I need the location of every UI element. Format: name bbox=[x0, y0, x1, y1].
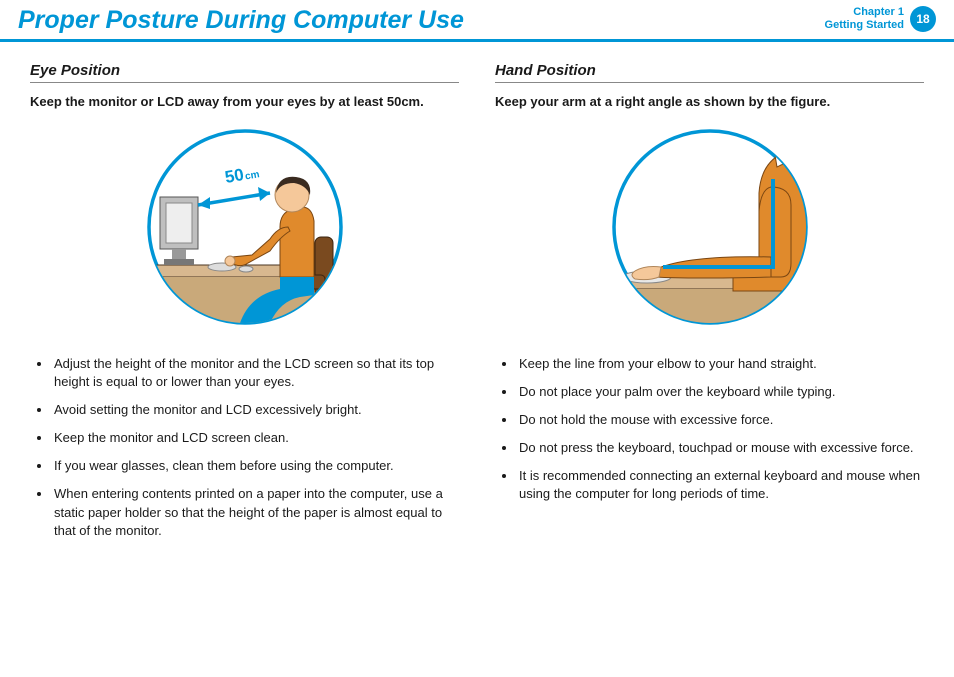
header-right: Chapter 1 Getting Started 18 bbox=[825, 6, 936, 32]
hand-heading: Hand Position bbox=[495, 62, 924, 83]
hand-position-section: Hand Position Keep your arm at a right a… bbox=[495, 62, 924, 550]
eye-heading: Eye Position bbox=[30, 62, 459, 83]
page-header: Proper Posture During Computer Use Chapt… bbox=[0, 0, 954, 42]
list-item: Do not place your palm over the keyboard… bbox=[517, 383, 924, 401]
list-item: Keep the monitor and LCD screen clean. bbox=[52, 429, 459, 447]
list-item: It is recommended connecting an external… bbox=[517, 467, 924, 503]
list-item: Adjust the height of the monitor and the… bbox=[52, 355, 459, 391]
page-number-badge: 18 bbox=[910, 6, 936, 32]
eye-position-section: Eye Position Keep the monitor or LCD awa… bbox=[30, 62, 459, 550]
chapter-label: Chapter 1 Getting Started bbox=[825, 6, 904, 31]
distance-value: 50 bbox=[223, 164, 245, 186]
list-item: When entering contents printed on a pape… bbox=[52, 485, 459, 540]
eye-lead: Keep the monitor or LCD away from your e… bbox=[30, 93, 459, 111]
chapter-line2: Getting Started bbox=[825, 19, 904, 32]
list-item: If you wear glasses, clean them before u… bbox=[52, 457, 459, 475]
hand-lead: Keep your arm at a right angle as shown … bbox=[495, 93, 924, 111]
eye-bullets: Adjust the height of the monitor and the… bbox=[30, 355, 459, 541]
hand-bullets: Keep the line from your elbow to your ha… bbox=[495, 355, 924, 504]
hand-position-figure bbox=[595, 127, 825, 327]
list-item: Avoid setting the monitor and LCD excess… bbox=[52, 401, 459, 419]
list-item: Keep the line from your elbow to your ha… bbox=[517, 355, 924, 373]
list-item: Do not hold the mouse with excessive for… bbox=[517, 411, 924, 429]
chapter-line1: Chapter 1 bbox=[825, 6, 904, 19]
eye-position-figure: 50cm bbox=[130, 127, 360, 327]
list-item: Do not press the keyboard, touchpad or m… bbox=[517, 439, 924, 457]
page-title: Proper Posture During Computer Use bbox=[18, 6, 464, 35]
